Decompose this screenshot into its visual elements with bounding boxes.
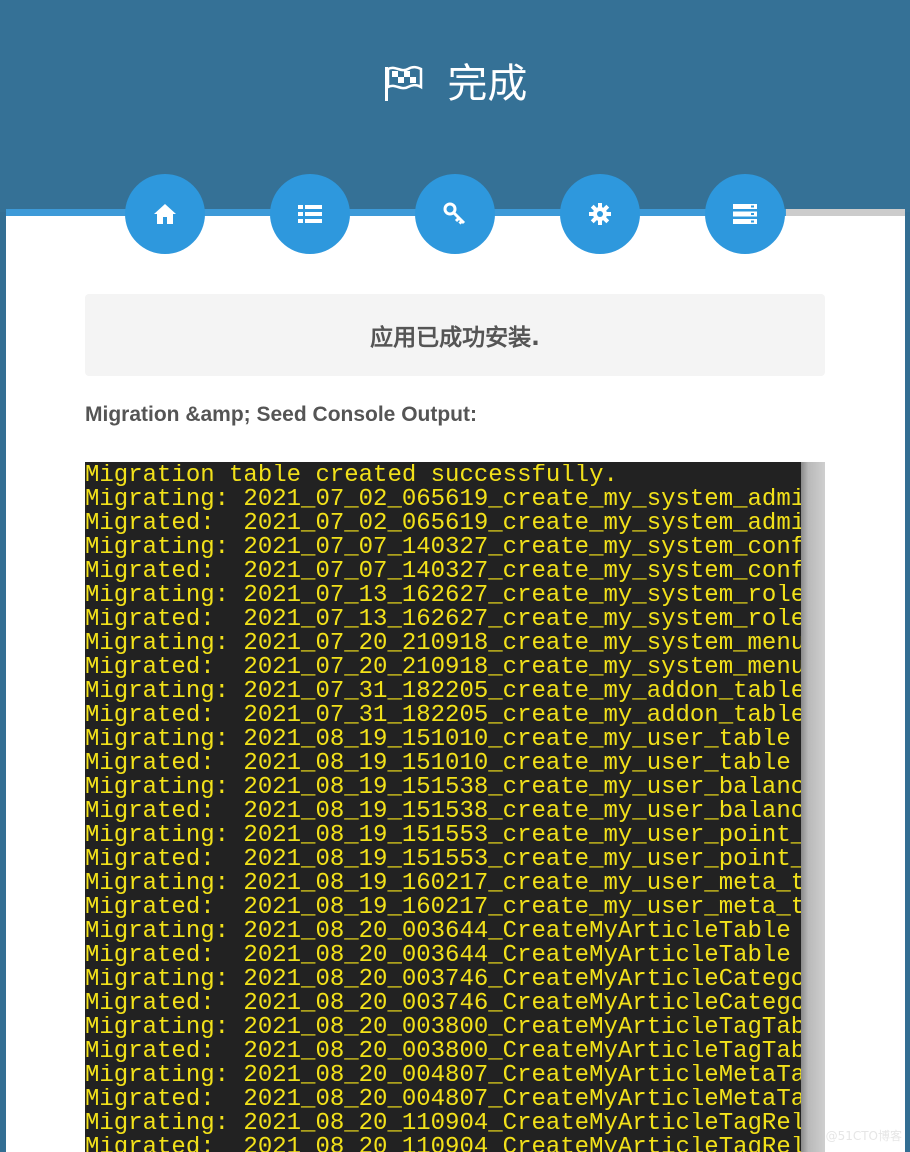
console-line: Migrating: 2021_08_20_003644_CreateMyArt… xyxy=(85,920,801,944)
step-database-button[interactable] xyxy=(705,174,785,254)
console-line: Migrated: 2021_07_20_210918_create_my_sy… xyxy=(85,656,801,680)
console-label: Migration &amp; Seed Console Output: xyxy=(85,403,477,426)
watermark: @51CTO博客 xyxy=(825,1129,902,1143)
console-line: Migrating: 2021_08_19_160217_create_my_u… xyxy=(85,872,801,896)
progress-line-rest xyxy=(786,209,905,216)
page-title: 完成 xyxy=(0,56,910,110)
console-line: Migrated: 2021_07_02_065619_create_my_sy… xyxy=(85,512,801,536)
console-line: Migration table created successfully. xyxy=(85,464,618,488)
step-home-button[interactable] xyxy=(125,174,205,254)
console-line: Migrating: 2021_08_20_004807_CreateMyArt… xyxy=(85,1064,801,1088)
console-line: Migrated: 2021_07_31_182205_create_my_ad… xyxy=(85,704,801,728)
progress-line xyxy=(6,209,786,216)
console-line: Migrating: 2021_07_07_140327_create_my_s… xyxy=(85,536,801,560)
list-icon xyxy=(298,205,322,223)
console-line: Migrated: 2021_08_20_004807_CreateMyArti… xyxy=(85,1088,801,1112)
console-line: Migrating: 2021_07_13_162627_create_my_s… xyxy=(85,584,801,608)
console-line: Migrated: 2021_07_07_140327_create_my_sy… xyxy=(85,560,801,584)
home-icon xyxy=(154,204,176,224)
console-line: Migrated: 2021_07_13_162627_create_my_sy… xyxy=(85,608,801,632)
page-title-text: 完成 xyxy=(447,61,528,107)
console-line: Migrated: 2021_08_19_160217_create_my_us… xyxy=(85,896,801,920)
console-lines: Migration table created successfully. Mig… xyxy=(85,464,801,1152)
console-line: Migrated: 2021_08_19_151538_create_my_us… xyxy=(85,800,801,824)
gear-icon xyxy=(589,203,611,225)
console-line: Migrated: 2021_08_19_151010_create_my_us… xyxy=(85,752,801,776)
step-settings-button[interactable] xyxy=(560,174,640,254)
step-list-button[interactable] xyxy=(270,174,350,254)
console-line: Migrating: 2021_08_19_151538_create_my_u… xyxy=(85,776,801,800)
console-line: Migrating: 2021_08_20_003800_CreateMyArt… xyxy=(85,1016,801,1040)
console-line: Migrated: 2021_08_20_003800_CreateMyArti… xyxy=(85,1040,801,1064)
console-line: Migrating: 2021_08_20_110904_CreateMyArt… xyxy=(85,1112,801,1136)
console-line: Migrating: 2021_07_20_210918_create_my_s… xyxy=(85,632,801,656)
console-line: Migrated: 2021_08_20_110904_CreateMyArti… xyxy=(85,1136,801,1152)
console-line: Migrating: 2021_08_19_151010_create_my_u… xyxy=(85,728,801,752)
console-output: Migration table created successfully. Mig… xyxy=(85,462,825,1152)
console-line: Migrated: 2021_08_19_151553_create_my_us… xyxy=(85,848,801,872)
success-notice: 应用已成功安装. xyxy=(85,294,825,376)
server-icon xyxy=(733,204,757,224)
console-line: Migrating: 2021_08_20_003746_CreateMyArt… xyxy=(85,968,801,992)
console-scrollbar[interactable] xyxy=(801,462,825,1152)
success-notice-text: 应用已成功安装. xyxy=(370,325,540,351)
console-line: Migrating: 2021_08_19_151553_create_my_u… xyxy=(85,824,801,848)
step-key-button[interactable] xyxy=(415,174,495,254)
key-icon xyxy=(443,202,466,225)
console-line: Migrating: 2021_07_02_065619_create_my_s… xyxy=(85,488,801,512)
console-line: Migrated: 2021_08_20_003746_CreateMyArti… xyxy=(85,992,801,1016)
console-line: Migrating: 2021_07_31_182205_create_my_a… xyxy=(85,680,801,704)
console-line: Migrated: 2021_08_20_003644_CreateMyArti… xyxy=(85,944,801,968)
flag-checkered-icon xyxy=(383,65,423,103)
